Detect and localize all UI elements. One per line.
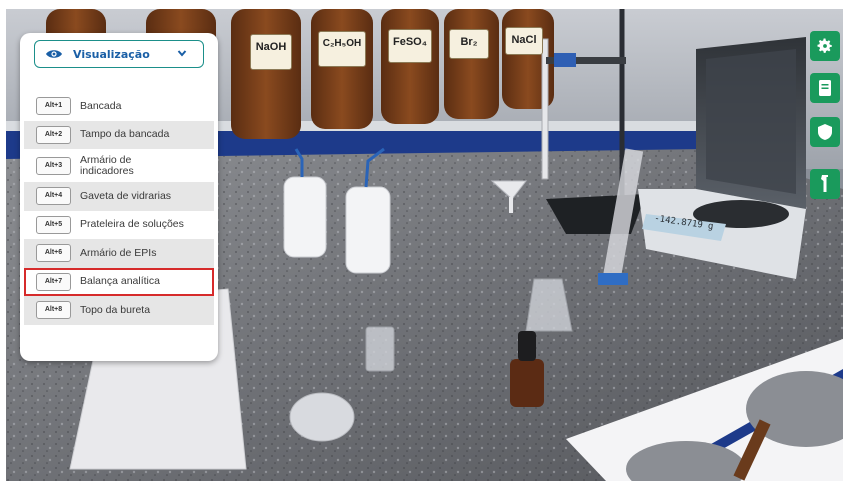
view-item-armario-indicadores[interactable]: Alt+3 Armário de indicadores xyxy=(24,149,214,182)
view-item-label: Armário de EPIs xyxy=(80,246,157,259)
view-list: Alt+1 Bancada Alt+2 Tampo da bancada Alt… xyxy=(24,92,214,325)
view-item-epis[interactable]: Alt+6 Armário de EPIs xyxy=(24,239,214,268)
safety-button[interactable] xyxy=(810,117,840,147)
view-item-prateleira[interactable]: Alt+5 Prateleira de soluções xyxy=(24,210,214,239)
view-item-tampo[interactable]: Alt+2 Tampo da bancada xyxy=(24,120,214,149)
view-item-label: Armário de indicadores xyxy=(80,153,134,177)
chevron-down-icon xyxy=(177,50,187,57)
bottle-label-br2: Br₂ xyxy=(449,29,489,59)
notebook-button[interactable] xyxy=(810,73,840,103)
view-item-label: Tampo da bancada xyxy=(80,128,170,141)
bottle-label-nacl: NaCl xyxy=(505,27,543,55)
view-item-bureta[interactable]: Alt+8 Topo da bureta xyxy=(24,296,214,325)
view-item-gaveta[interactable]: Alt+4 Gaveta de vidrarias xyxy=(24,182,214,211)
shortcut-key: Alt+3 xyxy=(36,156,71,175)
bottle-label-ethanol: C₂H₅OH xyxy=(318,31,366,67)
shortcut-key: Alt+1 xyxy=(36,97,71,116)
view-item-label: Bancada xyxy=(80,99,122,112)
shortcut-key: Alt+8 xyxy=(36,301,71,320)
view-item-label: Gaveta de vidrarias xyxy=(80,189,172,202)
shield-icon xyxy=(818,124,832,140)
settings-button[interactable] xyxy=(810,31,840,61)
notebook-icon xyxy=(819,80,831,96)
bottle-label-feso4: FeSO₄ xyxy=(388,29,432,63)
view-item-balanca[interactable]: Alt+7 Balança analítica xyxy=(24,267,214,296)
view-dropdown-label: Visualização xyxy=(73,47,150,61)
view-menu: Visualização Alt+1 Bancada Alt+2 Tampo d… xyxy=(20,33,218,361)
shortcut-key: Alt+5 xyxy=(36,215,71,234)
view-item-label: Prateleira de soluções xyxy=(80,218,184,231)
lab-viewport[interactable]: NaOH C₂H₅OH FeSO₄ Br₂ NaCl -142.8719 g V… xyxy=(6,9,843,481)
gear-icon xyxy=(817,38,832,53)
tools-button[interactable] xyxy=(810,169,840,199)
flask-icon xyxy=(821,175,828,192)
shortcut-key: Alt+7 xyxy=(36,272,71,291)
shortcut-key: Alt+6 xyxy=(36,244,71,263)
view-item-label: Topo da bureta xyxy=(80,303,151,316)
shortcut-key: Alt+4 xyxy=(36,187,71,206)
eye-icon xyxy=(46,50,62,58)
view-item-bancada[interactable]: Alt+1 Bancada xyxy=(24,92,214,121)
view-item-label: Balança analítica xyxy=(80,275,160,288)
bottle-label-naoh: NaOH xyxy=(250,34,292,70)
view-dropdown[interactable]: Visualização xyxy=(34,40,204,68)
shortcut-key: Alt+2 xyxy=(36,125,71,144)
